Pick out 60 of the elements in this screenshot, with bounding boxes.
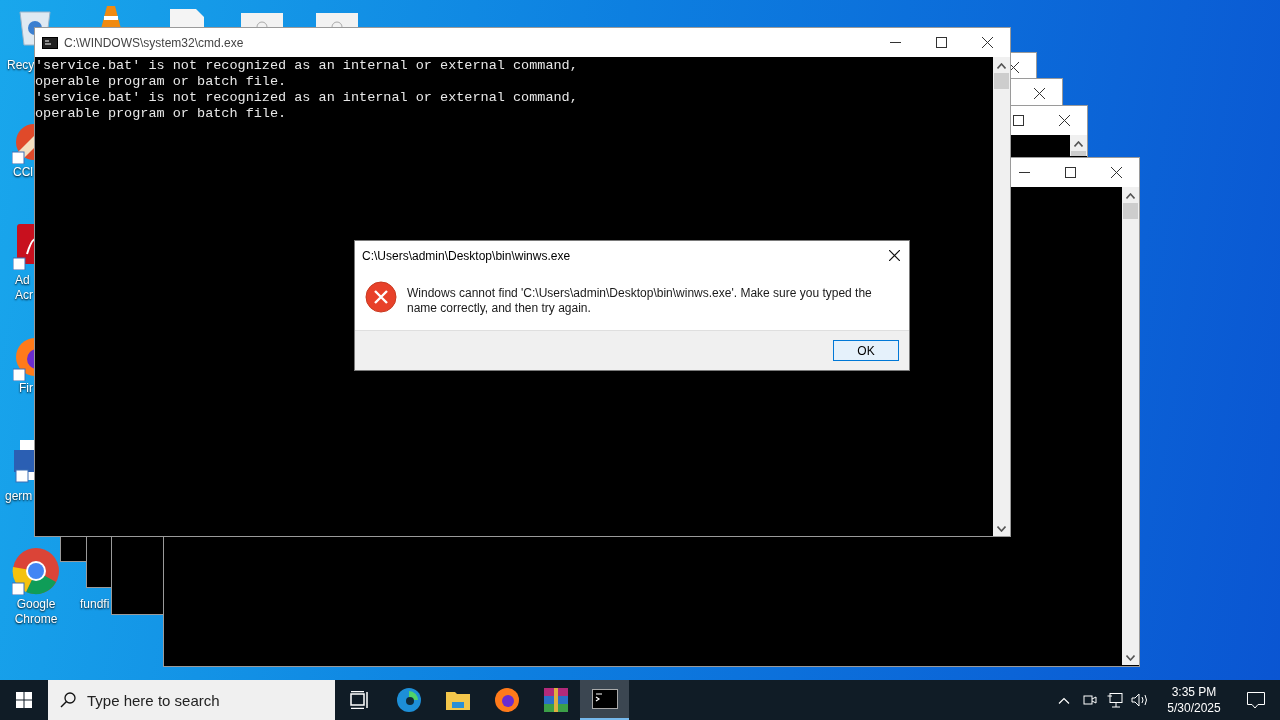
- console-line: 'service.bat' is not recognized as an internal or external command,: [35, 90, 579, 106]
- dialog-title: C:\Users\admin\Desktop\bin\winws.exe: [362, 247, 571, 265]
- terminal-icon: [591, 689, 618, 709]
- scrollbar[interactable]: [993, 57, 1010, 536]
- folder-icon: [445, 690, 470, 710]
- date-text: 5/30/2025: [1167, 700, 1221, 716]
- close-icon: [1058, 115, 1070, 126]
- minimize-icon: [1018, 172, 1030, 173]
- search-icon: [60, 692, 76, 708]
- maximize-icon: [1064, 167, 1076, 178]
- taskbar-app[interactable]: [580, 680, 629, 720]
- scroll-up-icon[interactable]: [997, 63, 1006, 69]
- traffic-cone-icon[interactable]: [100, 6, 122, 27]
- console-line: operable program or batch file.: [35, 106, 288, 122]
- message-icon: [1247, 691, 1265, 709]
- windows-logo-icon: [16, 692, 32, 708]
- browser-icon: [493, 687, 520, 713]
- scroll-thumb[interactable]: [1071, 151, 1086, 156]
- close-icon: [1011, 62, 1019, 73]
- minimize-icon: [889, 42, 901, 43]
- scrollbar[interactable]: [1122, 187, 1139, 665]
- dialog-message: Windows cannot find 'C:\Users\admin\Desktop\bin\winws.exe'. Make sure you typed the name correctly, and then try again.: [407, 286, 873, 316]
- time-text: 3:35 PM: [1171, 684, 1217, 700]
- icon-label: Ad Acr: [15, 273, 33, 303]
- document-icon[interactable]: [13, 224, 34, 270]
- maximize-icon: [935, 37, 947, 48]
- close-icon: [1110, 167, 1122, 178]
- icon-label: Recy: [7, 58, 35, 73]
- close-icon: [888, 250, 900, 261]
- scroll-thumb[interactable]: [1123, 203, 1138, 219]
- window-title: C:\WINDOWS\system32\cmd.exe: [64, 34, 244, 52]
- network-icon[interactable]: [1107, 692, 1123, 708]
- task-view-icon: [349, 691, 370, 709]
- browser-icon[interactable]: [12, 547, 60, 595]
- scroll-up-icon[interactable]: [1126, 193, 1135, 199]
- maximize-icon: [1012, 115, 1024, 126]
- camera-icon[interactable]: [1083, 692, 1097, 708]
- ok-button[interactable]: OK: [833, 340, 899, 361]
- scrollbar[interactable]: [1070, 135, 1087, 156]
- error-icon: [365, 281, 397, 313]
- archive-icon: [543, 688, 568, 712]
- icon-label: Google Chrome: [13, 597, 59, 627]
- icon-label: Fir: [19, 381, 33, 396]
- browser-icon: [395, 687, 422, 713]
- scroll-down-icon[interactable]: [997, 526, 1006, 532]
- close-icon: [1033, 88, 1045, 99]
- terminal-icon: [42, 36, 58, 49]
- close-icon: [981, 37, 993, 48]
- clock[interactable]: 3:35 PM 5/30/2025: [1161, 684, 1227, 716]
- console-line: 'service.bat' is not recognized as an internal or external command,: [35, 58, 579, 74]
- console-line: operable program or batch file.: [35, 74, 288, 90]
- chevron-up-icon[interactable]: [1058, 696, 1070, 704]
- speaker-icon[interactable]: [1131, 693, 1149, 707]
- icon-label: CCl: [13, 165, 33, 180]
- icon-label: fundfi: [80, 597, 110, 612]
- scroll-up-icon[interactable]: [1074, 141, 1083, 147]
- search-field[interactable]: Type here to search: [48, 680, 335, 720]
- scroll-down-icon[interactable]: [1126, 655, 1135, 661]
- icon-label: germ: [5, 489, 33, 504]
- scroll-thumb[interactable]: [994, 73, 1009, 89]
